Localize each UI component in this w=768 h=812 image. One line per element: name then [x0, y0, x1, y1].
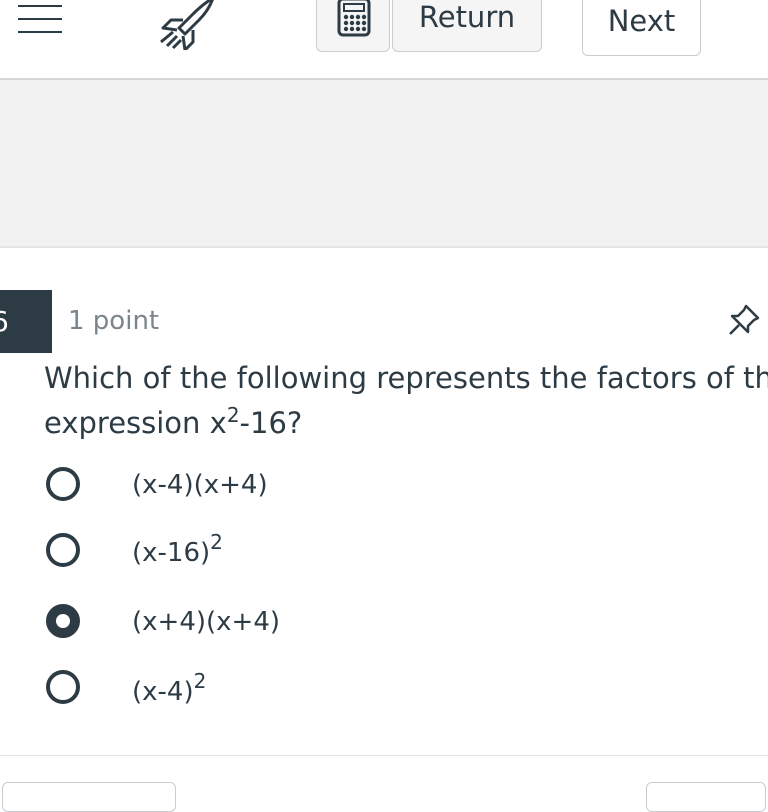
answer-text-3: (x+4)(x+4): [132, 607, 281, 637]
section-divider: [0, 755, 768, 756]
question-text-prefix: expression x: [44, 406, 227, 440]
next-button[interactable]: Next: [582, 0, 701, 56]
question-text-line-1: Which of the following represents the fa…: [44, 361, 768, 395]
question-text-suffix: -16?: [239, 406, 303, 440]
answer-label-1[interactable]: (x-4)(x+4): [132, 465, 268, 505]
answer-option-2[interactable]: (x-16)2: [46, 531, 646, 575]
rocket-icon[interactable]: [157, 0, 215, 52]
answer-text-4: (x-4): [132, 677, 194, 707]
answer-option-3[interactable]: (x+4)(x+4): [46, 602, 646, 646]
answer-label-2[interactable]: (x-16)2: [132, 530, 223, 573]
calculator-icon: [337, 0, 371, 37]
next-question-button[interactable]: [646, 782, 766, 812]
answer-exponent-2: 2: [210, 530, 223, 554]
answer-text-2: (x-16): [132, 538, 211, 568]
answer-exponent-4: 2: [193, 669, 207, 693]
previous-question-button[interactable]: [2, 782, 176, 812]
calculator-button[interactable]: [316, 0, 390, 52]
answer-text-1: (x-4)(x+4): [132, 470, 268, 500]
question-number-badge: 6: [0, 290, 52, 353]
pin-icon[interactable]: [726, 302, 762, 338]
question-text-line-2: expression x2-16?: [44, 401, 768, 446]
answer-radio-4[interactable]: [46, 670, 80, 704]
question-number: 6: [0, 290, 9, 353]
hamburger-menu-icon[interactable]: [18, 0, 62, 36]
answer-option-4[interactable]: (x-4)2: [46, 668, 646, 712]
answer-label-4[interactable]: (x-4)2: [132, 669, 207, 712]
answer-radio-1[interactable]: [46, 467, 80, 501]
return-button[interactable]: Return: [392, 0, 542, 52]
question-points: 1 point: [68, 306, 160, 336]
answer-radio-3-selected[interactable]: [46, 604, 80, 638]
answer-option-1[interactable]: (x-4)(x+4): [46, 465, 646, 509]
top-toolbar: Return Next: [0, 0, 768, 80]
question-text: Which of the following represents the fa…: [44, 356, 768, 446]
answer-radio-2[interactable]: [46, 533, 80, 567]
answer-label-3[interactable]: (x+4)(x+4): [132, 602, 280, 642]
banner-area: [0, 80, 768, 248]
question-text-exponent: 2: [226, 403, 240, 427]
